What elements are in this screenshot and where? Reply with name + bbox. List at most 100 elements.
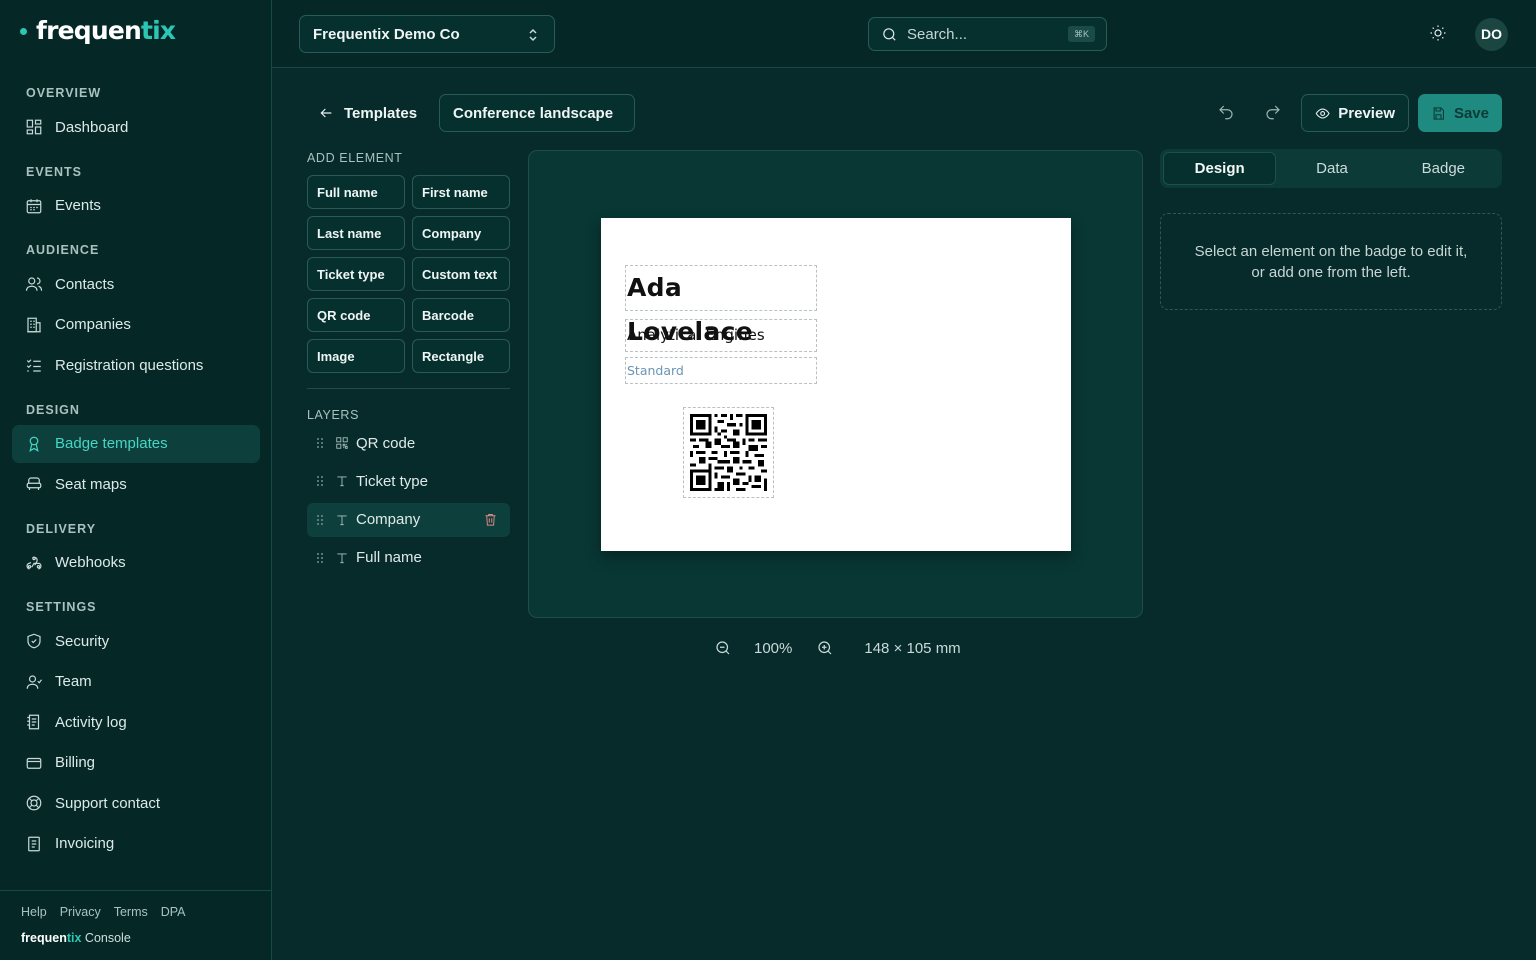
undo-button[interactable]	[1217, 103, 1237, 123]
badge-ticket-type[interactable]: Standard	[625, 357, 817, 384]
save-button[interactable]: Save	[1418, 94, 1502, 132]
sidebar-item-registration-questions[interactable]: Registration questions	[12, 346, 260, 384]
list-check-icon	[26, 359, 41, 372]
search-icon	[883, 27, 896, 41]
add-last-name-button[interactable]: Last name	[307, 216, 405, 250]
add-custom-text-button[interactable]: Custom text	[412, 257, 510, 291]
layer-label: Full name	[356, 549, 422, 567]
chevron-up-down-icon	[529, 28, 537, 42]
nav-section-title: DELIVERY	[26, 521, 97, 536]
footer-link-privacy[interactable]: Privacy	[60, 905, 101, 919]
tab-design[interactable]: Design	[1163, 152, 1277, 185]
layer-label: Company	[356, 511, 421, 529]
sidebar-item-support-contact[interactable]: Support contact	[12, 784, 260, 822]
sidebar-item-label: Events	[55, 197, 101, 214]
preview-button[interactable]: Preview	[1301, 94, 1409, 132]
brand-logo[interactable]: frequentix	[20, 14, 176, 46]
layer-label: Ticket type	[356, 472, 428, 490]
badge-qr-code[interactable]	[683, 407, 774, 498]
sidebar-item-dashboard[interactable]: Dashboard	[12, 108, 260, 146]
add-image-button[interactable]: Image	[307, 339, 405, 373]
sidebar-item-events[interactable]: Events	[12, 187, 260, 225]
add-first-name-button[interactable]: First name	[412, 175, 510, 209]
add-qr-code-button[interactable]: QR code	[307, 298, 405, 332]
sidebar-item-activity-log[interactable]: Activity log	[12, 703, 260, 741]
users-icon	[25, 277, 43, 291]
webhook-icon	[26, 556, 42, 570]
team-icon	[26, 674, 42, 689]
theme-toggle-button[interactable]	[1429, 24, 1449, 44]
sidebar-item-billing[interactable]: Billing	[12, 744, 260, 782]
add-full-name-button[interactable]: Full name	[307, 175, 405, 209]
redo-icon	[1266, 105, 1280, 120]
tab-data[interactable]: Data	[1276, 152, 1387, 185]
badge-preview: Ada Lovelace Analytical Engines Standard	[601, 218, 1071, 551]
footer-link-dpa[interactable]: DPA	[161, 905, 186, 919]
floppy-disk-icon	[1433, 106, 1444, 120]
zoom-in-icon[interactable]	[816, 639, 834, 657]
badge-icon	[29, 436, 39, 452]
footer-links: Help Privacy Terms DPA	[21, 905, 251, 919]
sidebar-item-label: Companies	[55, 316, 131, 333]
layers-list: QR code Ticket type Company Full name	[307, 426, 510, 579]
sidebar-item-label: Webhooks	[55, 554, 126, 571]
sidebar-item-label: Team	[55, 673, 92, 690]
panel-divider	[307, 388, 510, 389]
building-icon	[27, 317, 41, 332]
back-to-templates-link[interactable]: Templates	[318, 101, 417, 125]
redo-button[interactable]	[1264, 103, 1284, 123]
sidebar-item-label: Registration questions	[55, 356, 204, 374]
sidebar-item-security[interactable]: Security	[12, 622, 260, 660]
trash-icon[interactable]	[483, 512, 498, 527]
drag-handle-icon[interactable]	[316, 437, 324, 449]
logo-dot-icon	[20, 28, 27, 35]
layer-ticket-type[interactable]: Ticket type	[307, 464, 510, 498]
footer-link-terms[interactable]: Terms	[114, 905, 148, 919]
template-name-input[interactable]	[439, 94, 635, 132]
organization-select[interactable]: Frequentix Demo Co	[299, 15, 555, 53]
sidebar-item-badge-templates[interactable]: Badge templates	[12, 424, 260, 463]
zoom-out-icon[interactable]	[714, 639, 732, 657]
hint-line-1: Select an element on the badge to edit i…	[1194, 242, 1468, 260]
footer-link-help[interactable]: Help	[21, 905, 47, 919]
calendar-icon	[26, 198, 42, 213]
search-input[interactable]	[907, 25, 1057, 43]
layer-company[interactable]: Company	[307, 502, 510, 537]
add-ticket-type-button[interactable]: Ticket type	[307, 257, 405, 291]
add-rectangle-button[interactable]: Rectangle	[412, 339, 510, 373]
drag-handle-icon[interactable]	[316, 475, 324, 487]
lifebuoy-icon	[26, 795, 42, 811]
sidebar-item-label: Billing	[55, 754, 96, 771]
layer-full-name[interactable]: Full name	[307, 541, 510, 575]
drag-handle-icon[interactable]	[316, 552, 324, 564]
badge-company[interactable]: Analytical Engines	[625, 319, 817, 352]
sidebar-item-webhooks[interactable]: Webhooks	[12, 544, 260, 582]
add-company-button[interactable]: Company	[412, 216, 510, 250]
nav-section-title: SETTINGS	[26, 600, 97, 614]
badge-full-name[interactable]: Ada Lovelace	[625, 265, 817, 346]
organization-name: Frequentix Demo Co	[313, 25, 460, 43]
main-nav: OVERVIEW Dashboard EVENTS Events AUDIENC…	[12, 78, 260, 865]
activity-log-icon	[27, 714, 40, 730]
qr-code-icon	[336, 437, 348, 449]
sidebar-item-label: Seat maps	[55, 475, 127, 493]
sidebar-item-team[interactable]: Team	[12, 663, 260, 701]
brand-wordmark: frequentix	[36, 15, 176, 45]
back-link-label: Templates	[344, 104, 418, 122]
layer-qr-code[interactable]: QR code	[307, 426, 510, 460]
search-box[interactable]: ⌘K	[868, 17, 1107, 51]
add-element-grid: Full name First name Last name Company T…	[307, 175, 510, 373]
sidebar-item-companies[interactable]: Companies	[12, 306, 260, 344]
nav-section-title: EVENTS	[26, 164, 83, 179]
sidebar-item-invoicing[interactable]: Invoicing	[12, 825, 260, 863]
tab-badge[interactable]: Badge	[1388, 152, 1499, 185]
zoom-controls: 100% 148 × 105 mm	[714, 636, 961, 660]
sidebar-item-contacts[interactable]: Contacts	[12, 265, 260, 303]
avatar[interactable]: DO	[1475, 18, 1508, 51]
sidebar-item-seat-maps[interactable]: Seat maps	[12, 465, 260, 503]
properties-tabs: Design Data Badge	[1160, 149, 1502, 188]
add-barcode-button[interactable]: Barcode	[412, 298, 510, 332]
text-type-icon	[337, 515, 347, 525]
nav-section-title: OVERVIEW	[26, 86, 102, 100]
drag-handle-icon[interactable]	[316, 514, 324, 526]
